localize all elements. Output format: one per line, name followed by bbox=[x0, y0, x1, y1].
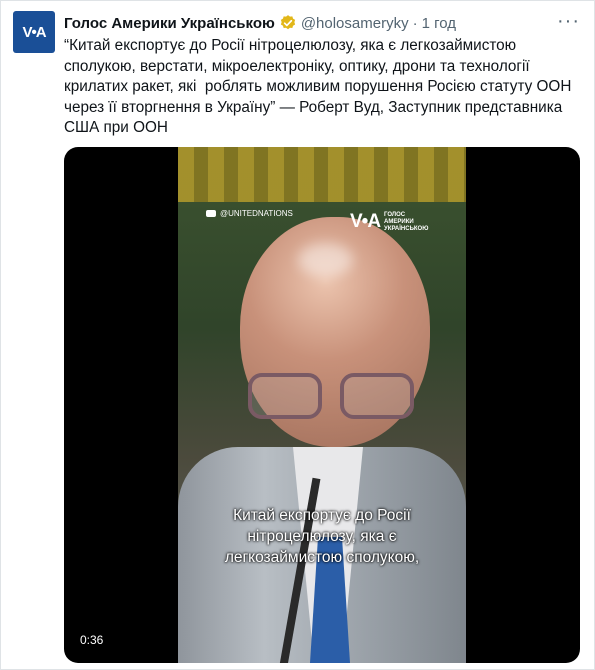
separator: · bbox=[412, 14, 418, 32]
tweet-time[interactable]: 1 год bbox=[422, 15, 456, 32]
video-duration: 0:36 bbox=[80, 633, 104, 647]
voa-logo: V•A ГОЛОС АМЕРИКИ УКРАЇНСЬКОЮ bbox=[350, 211, 428, 233]
glasses bbox=[248, 373, 418, 423]
tweet-card[interactable]: V•A Голос Америки Українською @holosamer… bbox=[0, 0, 595, 670]
video-subtitle: Китай експортує до Росії нітроцелюлозу, … bbox=[224, 507, 420, 566]
source-tag-label: @UNITEDNATIONS bbox=[220, 209, 293, 218]
tweet-text: “Китай експортує до Росії нітроцелюлозу,… bbox=[64, 37, 576, 136]
background-decoration bbox=[178, 147, 466, 202]
play-icon bbox=[206, 210, 216, 217]
glasses-lens-left bbox=[248, 373, 322, 419]
account-name[interactable]: Голос Америки Українською bbox=[64, 15, 275, 32]
source-tag: @UNITEDNATIONS bbox=[206, 209, 293, 218]
logo-mark: V•A bbox=[350, 211, 381, 232]
account-handle[interactable]: @holosameryky bbox=[301, 15, 409, 32]
more-icon[interactable]: ··· bbox=[557, 11, 580, 31]
verified-icon bbox=[280, 15, 295, 30]
video-frame: @UNITEDNATIONS V•A ГОЛОС АМЕРИКИ УКРАЇНС… bbox=[178, 147, 466, 663]
avatar[interactable]: V•A bbox=[13, 11, 55, 53]
logo-subtext: ГОЛОС АМЕРИКИ УКРАЇНСЬКОЮ bbox=[384, 211, 429, 232]
tweet-header: Голос Америки Українською @holosameryky … bbox=[64, 13, 580, 33]
glasses-lens-right bbox=[340, 373, 414, 419]
head-highlight bbox=[298, 243, 353, 277]
video-player[interactable]: @UNITEDNATIONS V•A ГОЛОС АМЕРИКИ УКРАЇНС… bbox=[64, 147, 580, 663]
